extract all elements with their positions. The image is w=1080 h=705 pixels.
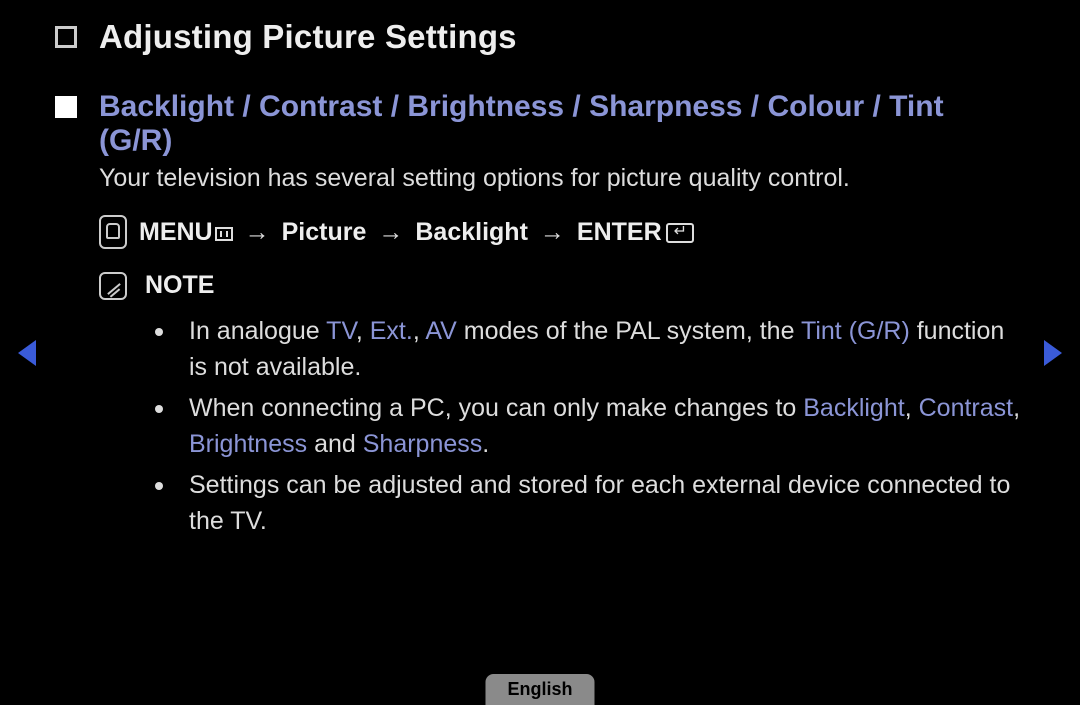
prev-page-button[interactable]: [18, 340, 36, 366]
note-icon: [99, 272, 127, 300]
arrow-icon: →: [245, 218, 270, 247]
section-subtitle: Your television has several setting opti…: [99, 164, 1025, 193]
next-page-button[interactable]: [1044, 340, 1062, 366]
note-item: When connecting a PC, you can only make …: [145, 391, 1025, 462]
screen-icon: [215, 227, 233, 241]
menu-label: MENU: [139, 218, 213, 246]
section-heading: Backlight / Contrast / Brightness / Shar…: [99, 90, 1025, 158]
enter-icon: [666, 223, 694, 243]
enter-label: ENTER: [577, 218, 662, 246]
section-bullet-icon: [55, 96, 77, 118]
arrow-icon: →: [378, 218, 403, 247]
page-title-row: Adjusting Picture Settings: [55, 18, 1025, 56]
note-header: NOTE: [99, 271, 1025, 300]
note-item: Settings can be adjusted and stored for …: [145, 468, 1025, 539]
page-title: Adjusting Picture Settings: [99, 18, 517, 56]
section: Backlight / Contrast / Brightness / Shar…: [55, 90, 1025, 545]
note-item: In analogue TV, Ext., AV modes of the PA…: [145, 314, 1025, 385]
menu-path: MENU → Picture → Backlight → ENTER: [99, 215, 1025, 249]
path-picture: Picture: [282, 218, 367, 247]
language-badge[interactable]: English: [485, 674, 594, 705]
note-list: In analogue TV, Ext., AV modes of the PA…: [99, 314, 1025, 539]
remote-icon: [99, 215, 127, 249]
path-backlight: Backlight: [415, 218, 528, 247]
note-label: NOTE: [145, 271, 214, 300]
arrow-icon: →: [540, 218, 565, 247]
title-bullet-icon: [55, 26, 77, 48]
